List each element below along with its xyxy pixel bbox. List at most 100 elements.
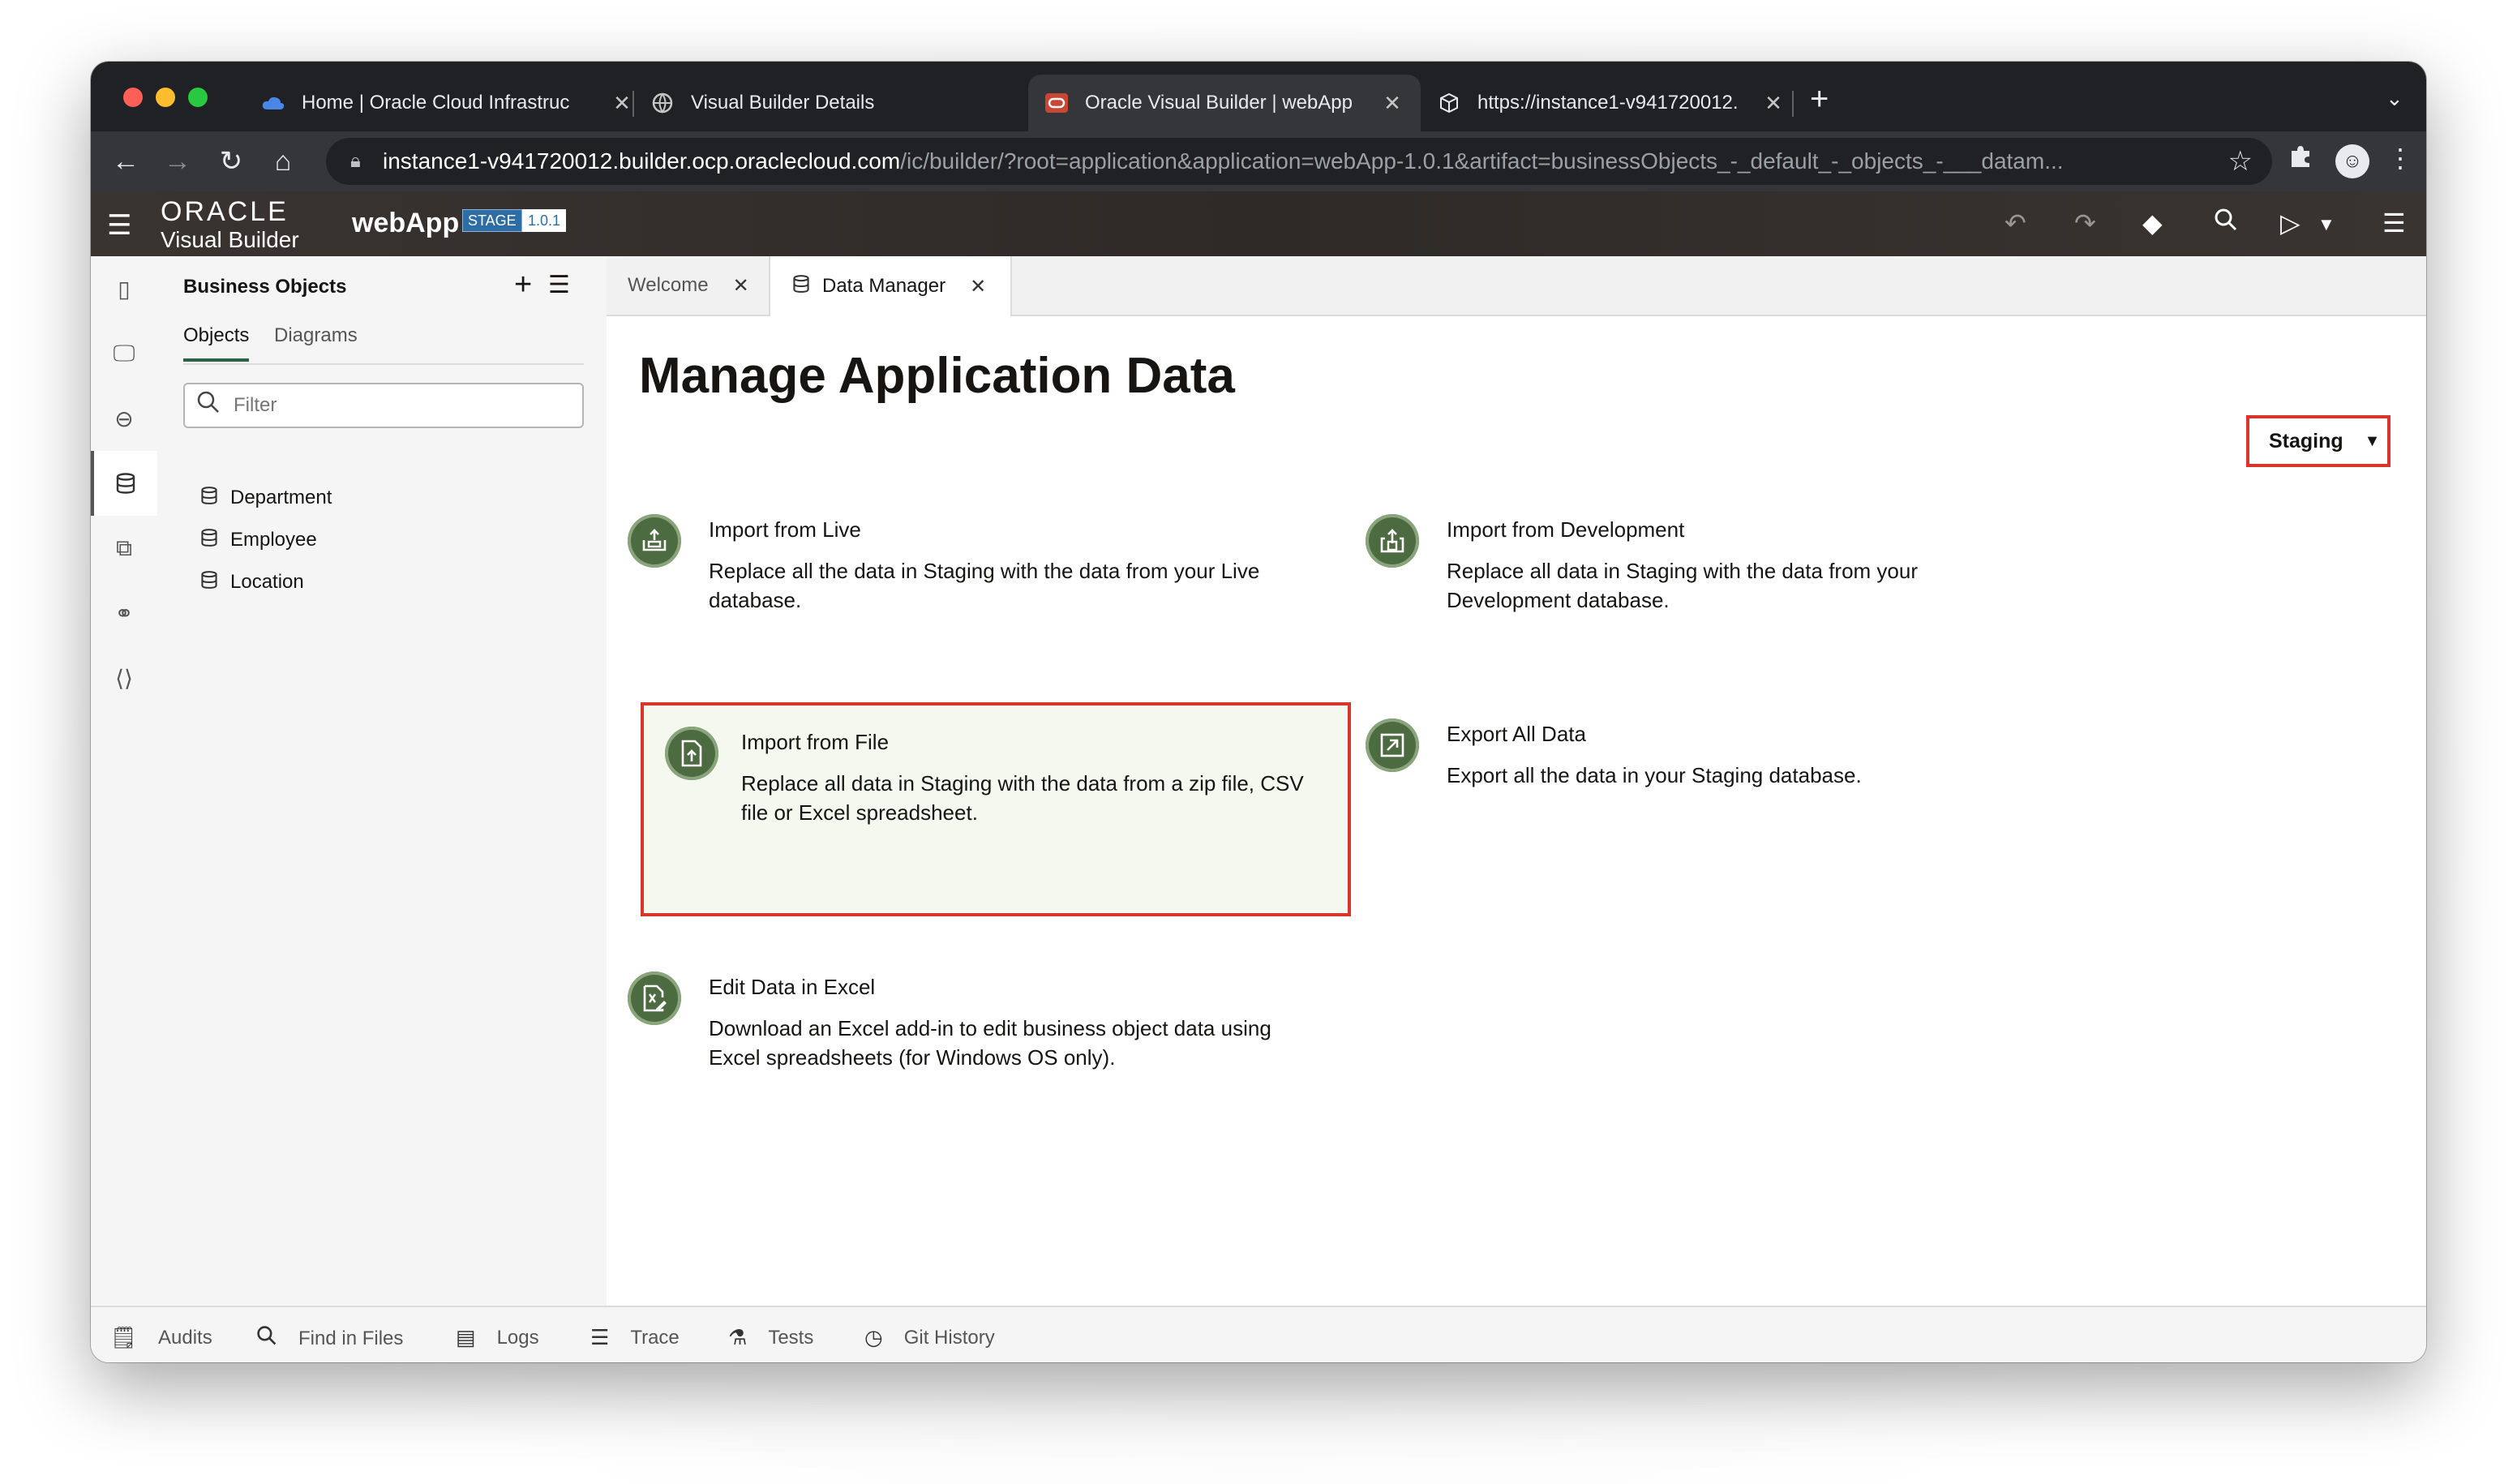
browser-tab-vb-webapp[interactable]: Oracle Visual Builder | webApp ✕	[1028, 75, 1421, 131]
search-icon	[256, 1325, 277, 1352]
tab-objects[interactable]: Objects	[183, 324, 250, 362]
git-history-button[interactable]: ◷ Git History	[864, 1325, 995, 1350]
business-objects-icon[interactable]	[91, 451, 157, 516]
database-icon	[791, 274, 811, 299]
clock-icon: ◷	[864, 1325, 883, 1349]
panel-title: Business Objects	[183, 276, 347, 298]
panel-menu-icon[interactable]: ☰	[548, 271, 570, 299]
close-tab-icon[interactable]: ✕	[733, 274, 749, 298]
trace-button[interactable]: ☰ Trace	[590, 1325, 680, 1350]
app-name: webApp	[352, 208, 460, 238]
card-description: Export all the data in your Staging data…	[1447, 763, 1862, 787]
database-icon	[199, 486, 219, 511]
import-file-icon	[665, 727, 718, 780]
browser-window: Home | Oracle Cloud Infrastruc ✕ Visual …	[91, 62, 2426, 1362]
version-badge: 1.0.1	[522, 209, 567, 232]
web-apps-icon[interactable]: 🖵︎	[91, 321, 157, 386]
import-live-icon	[628, 514, 681, 568]
environment-value: Staging	[2269, 429, 2343, 452]
close-window-button[interactable]	[123, 88, 143, 107]
tab-separator	[1792, 91, 1794, 117]
import-from-development-card[interactable]: Import from Development Replace all data…	[1344, 514, 2050, 628]
close-tab-icon[interactable]: ✕	[1761, 91, 1786, 116]
back-button[interactable]: ←	[107, 143, 144, 180]
zoom-window-button[interactable]	[188, 88, 208, 107]
source-view-icon[interactable]: ⟨⟩	[91, 645, 157, 710]
brand-bottom: Visual Builder	[161, 227, 299, 252]
processes-icon[interactable]: ⚭	[91, 581, 157, 645]
business-object-item[interactable]: Location	[199, 566, 304, 598]
search-icon[interactable]	[2214, 208, 2238, 238]
export-data-icon	[1366, 718, 1419, 772]
database-icon	[199, 528, 219, 553]
forward-button[interactable]: →	[159, 143, 196, 180]
business-object-label: Location	[230, 571, 304, 593]
profile-avatar[interactable]: ☺	[2335, 144, 2369, 178]
extensions-puzzle-icon[interactable]	[2287, 143, 2314, 177]
browser-tab-instance[interactable]: https://instance1-v941720012. ✕	[1421, 75, 1802, 131]
filter-field[interactable]	[183, 383, 584, 428]
close-tab-icon[interactable]: ✕	[970, 275, 986, 298]
find-in-files-button[interactable]: Find in Files	[256, 1325, 403, 1352]
logs-icon: ▤	[456, 1325, 476, 1349]
home-button[interactable]: ⌂	[264, 143, 302, 180]
logs-button[interactable]: ▤ Logs	[456, 1325, 539, 1350]
undo-icon[interactable]: ↶	[2005, 208, 2026, 238]
hamburger-menu-icon[interactable]: ☰	[107, 209, 131, 242]
header-menu-icon[interactable]: ☰	[2382, 208, 2406, 238]
brand-top: ORACLE	[161, 196, 289, 227]
search-icon	[196, 390, 221, 421]
tab-data-manager[interactable]: Data Manager ✕	[770, 256, 1012, 316]
address-bar[interactable]: 🔒︎ instance1-v941720012.builder.ocp.orac…	[326, 138, 2272, 185]
new-tab-button[interactable]: +	[1810, 83, 1829, 115]
filter-input[interactable]	[232, 393, 560, 418]
git-icon[interactable]: ◆	[2142, 208, 2163, 238]
card-title: Edit Data in Excel	[709, 975, 876, 999]
business-object-item[interactable]: Department	[199, 482, 332, 514]
reload-button[interactable]: ↻	[212, 143, 250, 180]
bookmark-star-icon[interactable]: ☆	[2228, 145, 2253, 178]
services-icon[interactable]: ⊖	[91, 386, 157, 451]
business-object-item[interactable]: Employee	[199, 524, 317, 556]
bottom-item-label: Logs	[496, 1326, 539, 1349]
oracle-visual-builder-logo: ORACLE Visual Builder	[161, 198, 299, 251]
close-tab-icon[interactable]: ✕	[1380, 91, 1404, 116]
lock-icon: 🔒︎	[350, 150, 361, 172]
bottom-item-label: Git History	[903, 1326, 995, 1349]
components-icon[interactable]: ⧉	[91, 516, 157, 581]
audits-button[interactable]: 🗒︎ Audits	[110, 1325, 212, 1350]
tab-search-chevron-icon[interactable]: ⌄	[2386, 86, 2403, 111]
browser-tab-label: Oracle Visual Builder | webApp	[1085, 92, 1353, 114]
browser-toolbar: ← → ↻ ⌂ 🔒︎ instance1-v941720012.builder.…	[91, 131, 2426, 191]
export-all-data-card[interactable]: Export All Data Export all the data in y…	[1344, 718, 2050, 816]
import-from-file-card[interactable]: Import from File Replace all data in Sta…	[641, 702, 1351, 916]
audits-icon: 🗒︎	[110, 1325, 138, 1349]
activity-bar: ▯ 🖵︎ ⊖ ⧉ ⚭ ⟨⟩	[91, 256, 158, 1306]
environment-select[interactable]: Staging ▼	[2246, 415, 2391, 467]
tests-button[interactable]: ⚗ Tests	[728, 1325, 813, 1350]
import-from-live-card[interactable]: Import from Live Replace all the data in…	[607, 514, 1312, 628]
add-business-object-button[interactable]: +	[514, 268, 532, 302]
card-title: Export All Data	[1447, 722, 1586, 746]
run-dropdown-icon[interactable]: ▼	[2318, 214, 2335, 235]
card-description: Download an Excel add-in to edit busines…	[709, 1016, 1271, 1070]
business-object-label: Employee	[230, 529, 317, 551]
tab-diagrams[interactable]: Diagrams	[274, 324, 358, 358]
minimize-window-button[interactable]	[156, 88, 175, 107]
card-title: Import from Development	[1447, 517, 1685, 542]
bottom-panel-bar: 🗒︎ Audits Find in Files ▤ Logs ☰ Trace ⚗…	[91, 1306, 2426, 1362]
run-play-icon[interactable]: ▷	[2280, 208, 2300, 238]
page-title: Manage Application Data	[639, 348, 1235, 404]
browser-menu-kebab-icon[interactable]: ⋮	[2387, 143, 2413, 174]
close-tab-icon[interactable]: ✕	[610, 91, 634, 116]
mobile-apps-icon[interactable]: ▯	[91, 256, 157, 321]
bottom-item-label: Audits	[158, 1326, 212, 1349]
redo-icon[interactable]: ↷	[2074, 208, 2096, 238]
oracle-icon	[1044, 91, 1069, 115]
browser-tab-oci-home[interactable]: Home | Oracle Cloud Infrastruc ✕	[245, 75, 650, 131]
stage-badge: STAGE	[462, 209, 522, 232]
tab-welcome[interactable]: Welcome ✕	[607, 256, 770, 315]
business-object-label: Department	[230, 487, 332, 508]
card-title: Import from Live	[709, 517, 861, 542]
edit-data-in-excel-card[interactable]: Edit Data in Excel Download an Excel add…	[607, 971, 1312, 1085]
